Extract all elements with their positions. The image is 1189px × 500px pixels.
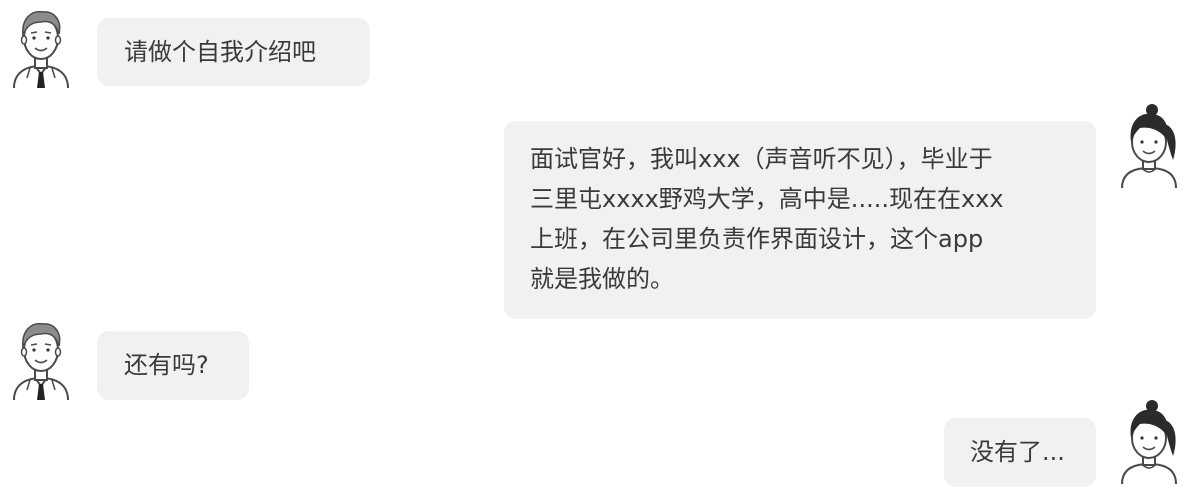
message-text: 没有了... [970, 438, 1065, 466]
message-text-line: 就是我做的。 [530, 265, 674, 293]
interviewer-avatar [10, 318, 72, 402]
message-bubble-3[interactable]: 还有吗? [97, 331, 249, 400]
message-bubble-1[interactable]: 请做个自我介绍吧 [97, 18, 370, 86]
message-text: 还有吗? [124, 351, 209, 379]
interviewer-avatar [10, 6, 72, 90]
woman-avatar-icon [1121, 400, 1177, 484]
candidate-avatar [1118, 400, 1180, 484]
man-avatar-icon [13, 322, 69, 401]
message-text-line: 上班，在公司里负责作界面设计，这个app [530, 225, 984, 253]
candidate-avatar [1118, 104, 1180, 188]
message-text: 请做个自我介绍吧 [124, 38, 316, 66]
message-bubble-4[interactable]: 没有了... [944, 418, 1096, 487]
message-text-line: 面试官好，我叫xxx（声音听不见），毕业于 [530, 145, 993, 173]
message-bubble-2[interactable]: 面试官好，我叫xxx（声音听不见），毕业于 三里屯xxxx野鸡大学，高中是...… [504, 121, 1096, 319]
message-text-line: 三里屯xxxx野鸡大学，高中是.....现在在xxx [530, 185, 1004, 213]
man-avatar-icon [13, 10, 69, 89]
woman-avatar-icon [1121, 104, 1177, 188]
